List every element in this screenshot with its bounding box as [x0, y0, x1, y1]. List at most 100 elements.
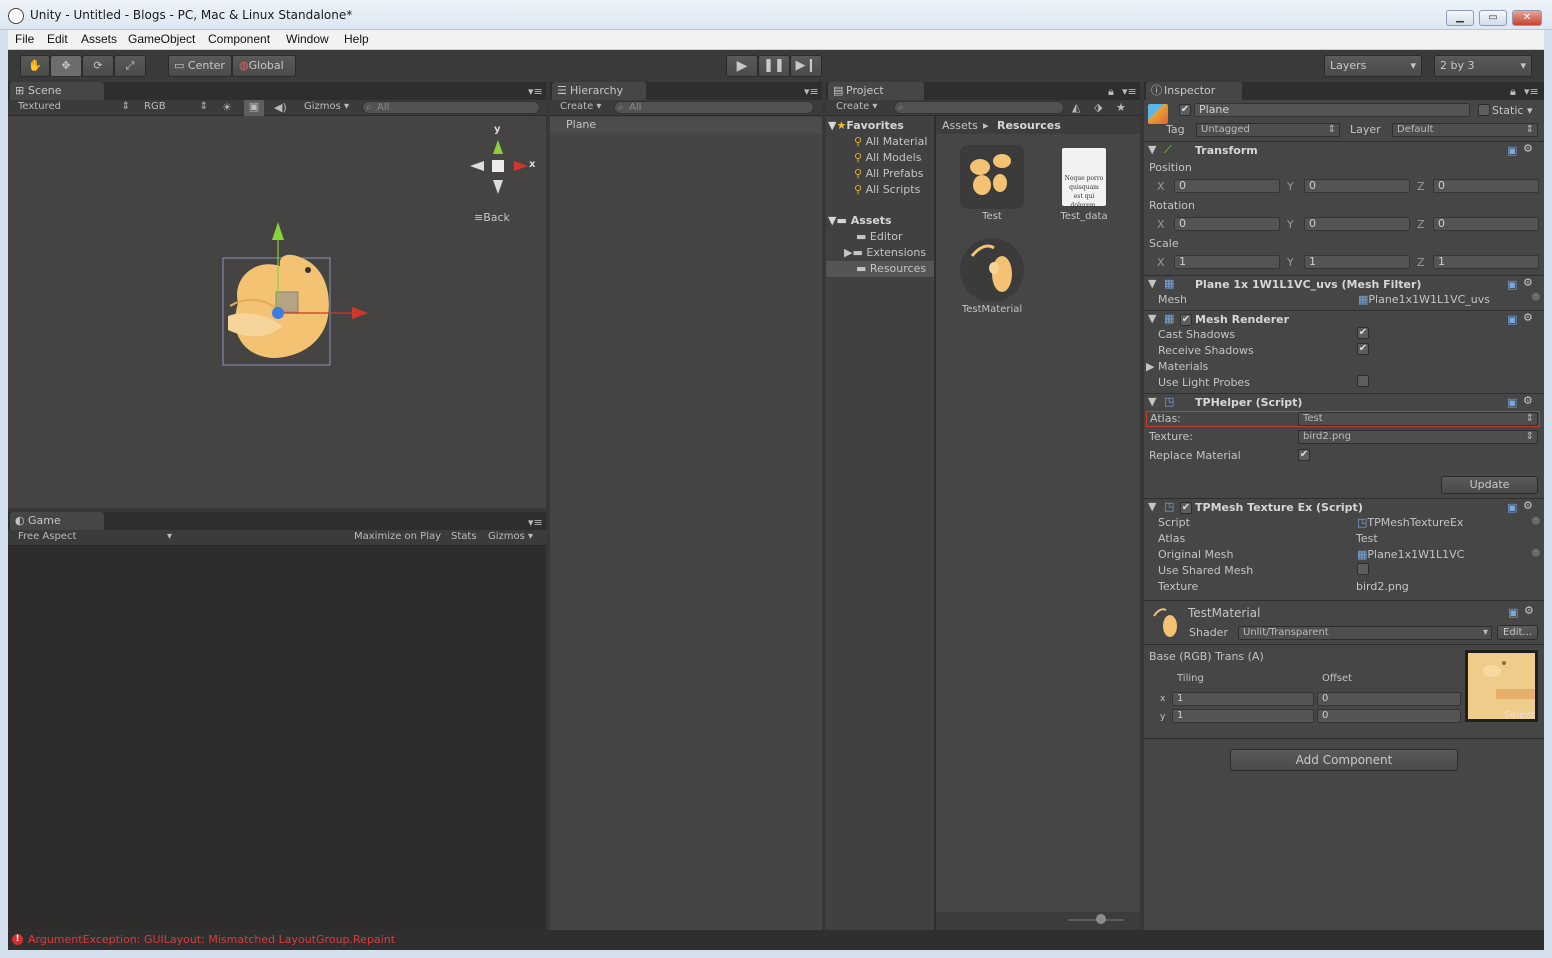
favorite-item[interactable]: ⚲ All Models: [854, 151, 921, 164]
play-button[interactable]: ▶: [726, 55, 758, 77]
receive-shadows-checkbox[interactable]: ✔: [1357, 343, 1369, 355]
game-gizmos-dropdown[interactable]: Gizmos ▾: [484, 531, 540, 545]
scene-gizmos-dropdown[interactable]: Gizmos ▾: [300, 101, 356, 115]
asset-testmaterial-thumb[interactable]: [960, 238, 1024, 302]
hierarchy-create-dropdown[interactable]: Create ▾: [556, 101, 608, 115]
move-tool-button[interactable]: ✥: [50, 55, 82, 77]
asset-test-data-thumb[interactable]: Neque porro quisquam est qui dolorem.: [1062, 148, 1106, 209]
object-picker-icon[interactable]: ◎: [1532, 292, 1540, 302]
maximize-button[interactable]: ▭: [1479, 10, 1507, 26]
rotate-tool-button[interactable]: ⟳: [82, 55, 114, 77]
pause-button[interactable]: ❚❚: [758, 55, 790, 77]
transform-rotation-z-field[interactable]: 0: [1433, 217, 1539, 231]
zoom-slider-thumb[interactable]: [1096, 914, 1106, 924]
folder-item[interactable]: ▬ Editor: [856, 230, 902, 243]
bird-sprite-object[interactable]: [220, 218, 375, 370]
tiling-x-field[interactable]: 1: [1172, 692, 1314, 706]
transform-rotation-y-field[interactable]: 0: [1304, 217, 1410, 231]
scene-search-input[interactable]: ⌕ All: [362, 101, 540, 114]
mesh-object-field[interactable]: ▦Plane1x1W1L1VC_uvs: [1358, 293, 1490, 306]
component-enabled-checkbox[interactable]: ✔: [1180, 502, 1192, 514]
object-name-field[interactable]: Plane: [1194, 103, 1470, 117]
transform-position-z-field[interactable]: 0: [1433, 179, 1539, 193]
texture-value[interactable]: bird2.png: [1356, 580, 1409, 593]
scale-tool-button[interactable]: ⤢: [114, 55, 146, 77]
orientation-gizmo[interactable]: [462, 122, 544, 222]
component-enabled-checkbox[interactable]: ✔: [1180, 314, 1192, 326]
tag-icon[interactable]: ⬗: [1094, 101, 1102, 114]
tiling-y-field[interactable]: 1: [1172, 709, 1314, 723]
gear-icon[interactable]: ⚙: [1523, 311, 1533, 324]
object-picker-icon[interactable]: ◎: [1532, 548, 1540, 558]
transform-scale-z-field[interactable]: 1: [1433, 255, 1539, 269]
game-view[interactable]: [8, 546, 546, 930]
status-error-message[interactable]: ArgumentException: GUILayout: Mismatched…: [28, 933, 395, 946]
add-component-button[interactable]: Add Component: [1230, 749, 1458, 771]
asset-test-thumb[interactable]: [960, 145, 1024, 209]
tphelper-header[interactable]: ▼ ◳ TPHelper (Script) ▣ ⚙: [1144, 393, 1544, 411]
favorites-section[interactable]: ▼★Favorites: [828, 119, 904, 132]
help-icon[interactable]: ▣: [1507, 278, 1517, 291]
pivot-center-button[interactable]: ▭ Center: [168, 55, 232, 77]
help-icon[interactable]: ▣: [1508, 606, 1518, 619]
assets-section[interactable]: ▼▬ Assets: [828, 214, 892, 227]
tag-dropdown[interactable]: Untagged ⇕: [1196, 123, 1340, 137]
layers-dropdown[interactable]: Layers ▾: [1324, 55, 1422, 77]
maximize-on-play-toggle[interactable]: Maximize on Play: [350, 531, 444, 545]
hand-tool-button[interactable]: ✋: [20, 55, 50, 77]
transform-scale-y-field[interactable]: 1: [1304, 255, 1410, 269]
lighting-toggle-icon[interactable]: ☀: [222, 101, 232, 114]
tab-game[interactable]: ◐ Game: [10, 512, 104, 530]
menu-file[interactable]: File: [15, 32, 34, 46]
layout-dropdown[interactable]: 2 by 3 ▾: [1434, 55, 1532, 77]
panel-menu-icon[interactable]: ▾≡: [528, 516, 543, 529]
original-mesh-field[interactable]: ▦Plane1x1W1L1VC: [1357, 548, 1464, 561]
audio-toggle-icon[interactable]: ◀): [274, 101, 287, 114]
tab-hierarchy[interactable]: ☰ Hierarchy: [552, 82, 646, 100]
channel-dropdown[interactable]: RGB ⇕: [140, 101, 210, 115]
favorite-item[interactable]: ⚲ All Prefabs: [854, 167, 924, 180]
asset-test-label[interactable]: Test: [960, 211, 1024, 222]
image-toggle-icon[interactable]: ▣: [244, 100, 264, 116]
script-field[interactable]: ◳TPMeshTextureEx: [1357, 516, 1463, 529]
texture-dropdown[interactable]: bird2.png ⇕: [1298, 430, 1538, 444]
panel-menu-icon[interactable]: ▾≡: [1122, 85, 1137, 98]
help-icon[interactable]: ▣: [1507, 501, 1517, 514]
materials-foldout[interactable]: ▶ Materials: [1146, 360, 1208, 373]
transform-rotation-x-field[interactable]: 0: [1174, 217, 1280, 231]
gear-icon[interactable]: ⚙: [1523, 499, 1533, 512]
use-light-probes-checkbox[interactable]: [1357, 375, 1369, 387]
replace-material-checkbox[interactable]: ✔: [1298, 449, 1310, 461]
breadcrumb-assets[interactable]: Assets: [942, 119, 978, 132]
transform-scale-x-field[interactable]: 1: [1174, 255, 1280, 269]
transform-header[interactable]: ▼ ⟋ Transform ▣ ⚙: [1144, 141, 1544, 159]
project-create-dropdown[interactable]: Create ▾: [832, 101, 884, 115]
aspect-dropdown[interactable]: Free Aspect ▾: [14, 531, 174, 545]
offset-y-field[interactable]: 0: [1317, 709, 1461, 723]
cast-shadows-checkbox[interactable]: ✔: [1357, 327, 1369, 339]
folder-item-selected[interactable]: ▬ Resources: [826, 261, 934, 277]
shader-edit-button[interactable]: Edit...: [1497, 625, 1538, 640]
menu-help[interactable]: Help: [344, 32, 369, 46]
stats-toggle[interactable]: Stats: [447, 531, 483, 545]
gear-icon[interactable]: ⚙: [1524, 604, 1534, 617]
atlas-value[interactable]: Test: [1356, 532, 1378, 545]
folder-item[interactable]: ▶▬ Extensions: [844, 246, 926, 259]
asset-testmaterial-label[interactable]: TestMaterial: [952, 304, 1032, 315]
select-texture-button[interactable]: Select: [1504, 710, 1535, 721]
tab-inspector[interactable]: ⓘ Inspector: [1146, 82, 1242, 100]
gear-icon[interactable]: ⚙: [1523, 276, 1533, 289]
menu-assets[interactable]: Assets: [81, 32, 117, 46]
list-item[interactable]: Plane: [550, 117, 822, 133]
menu-gameobject[interactable]: GameObject: [128, 32, 195, 46]
panel-menu-icon[interactable]: ▾≡: [804, 85, 819, 98]
help-icon[interactable]: ▣: [1507, 313, 1517, 326]
render-mode-dropdown[interactable]: Textured ⇕: [14, 101, 132, 115]
breadcrumb-resources[interactable]: Resources: [997, 119, 1061, 132]
active-checkbox[interactable]: ✔: [1179, 104, 1191, 116]
lock-icon[interactable]: 🔒︎: [1108, 85, 1114, 99]
lock-icon[interactable]: 🔒︎: [1510, 85, 1516, 99]
favorite-item[interactable]: ⚲ All Material: [854, 135, 927, 148]
star-icon[interactable]: ★: [1116, 101, 1126, 114]
menu-component[interactable]: Component: [208, 32, 270, 46]
